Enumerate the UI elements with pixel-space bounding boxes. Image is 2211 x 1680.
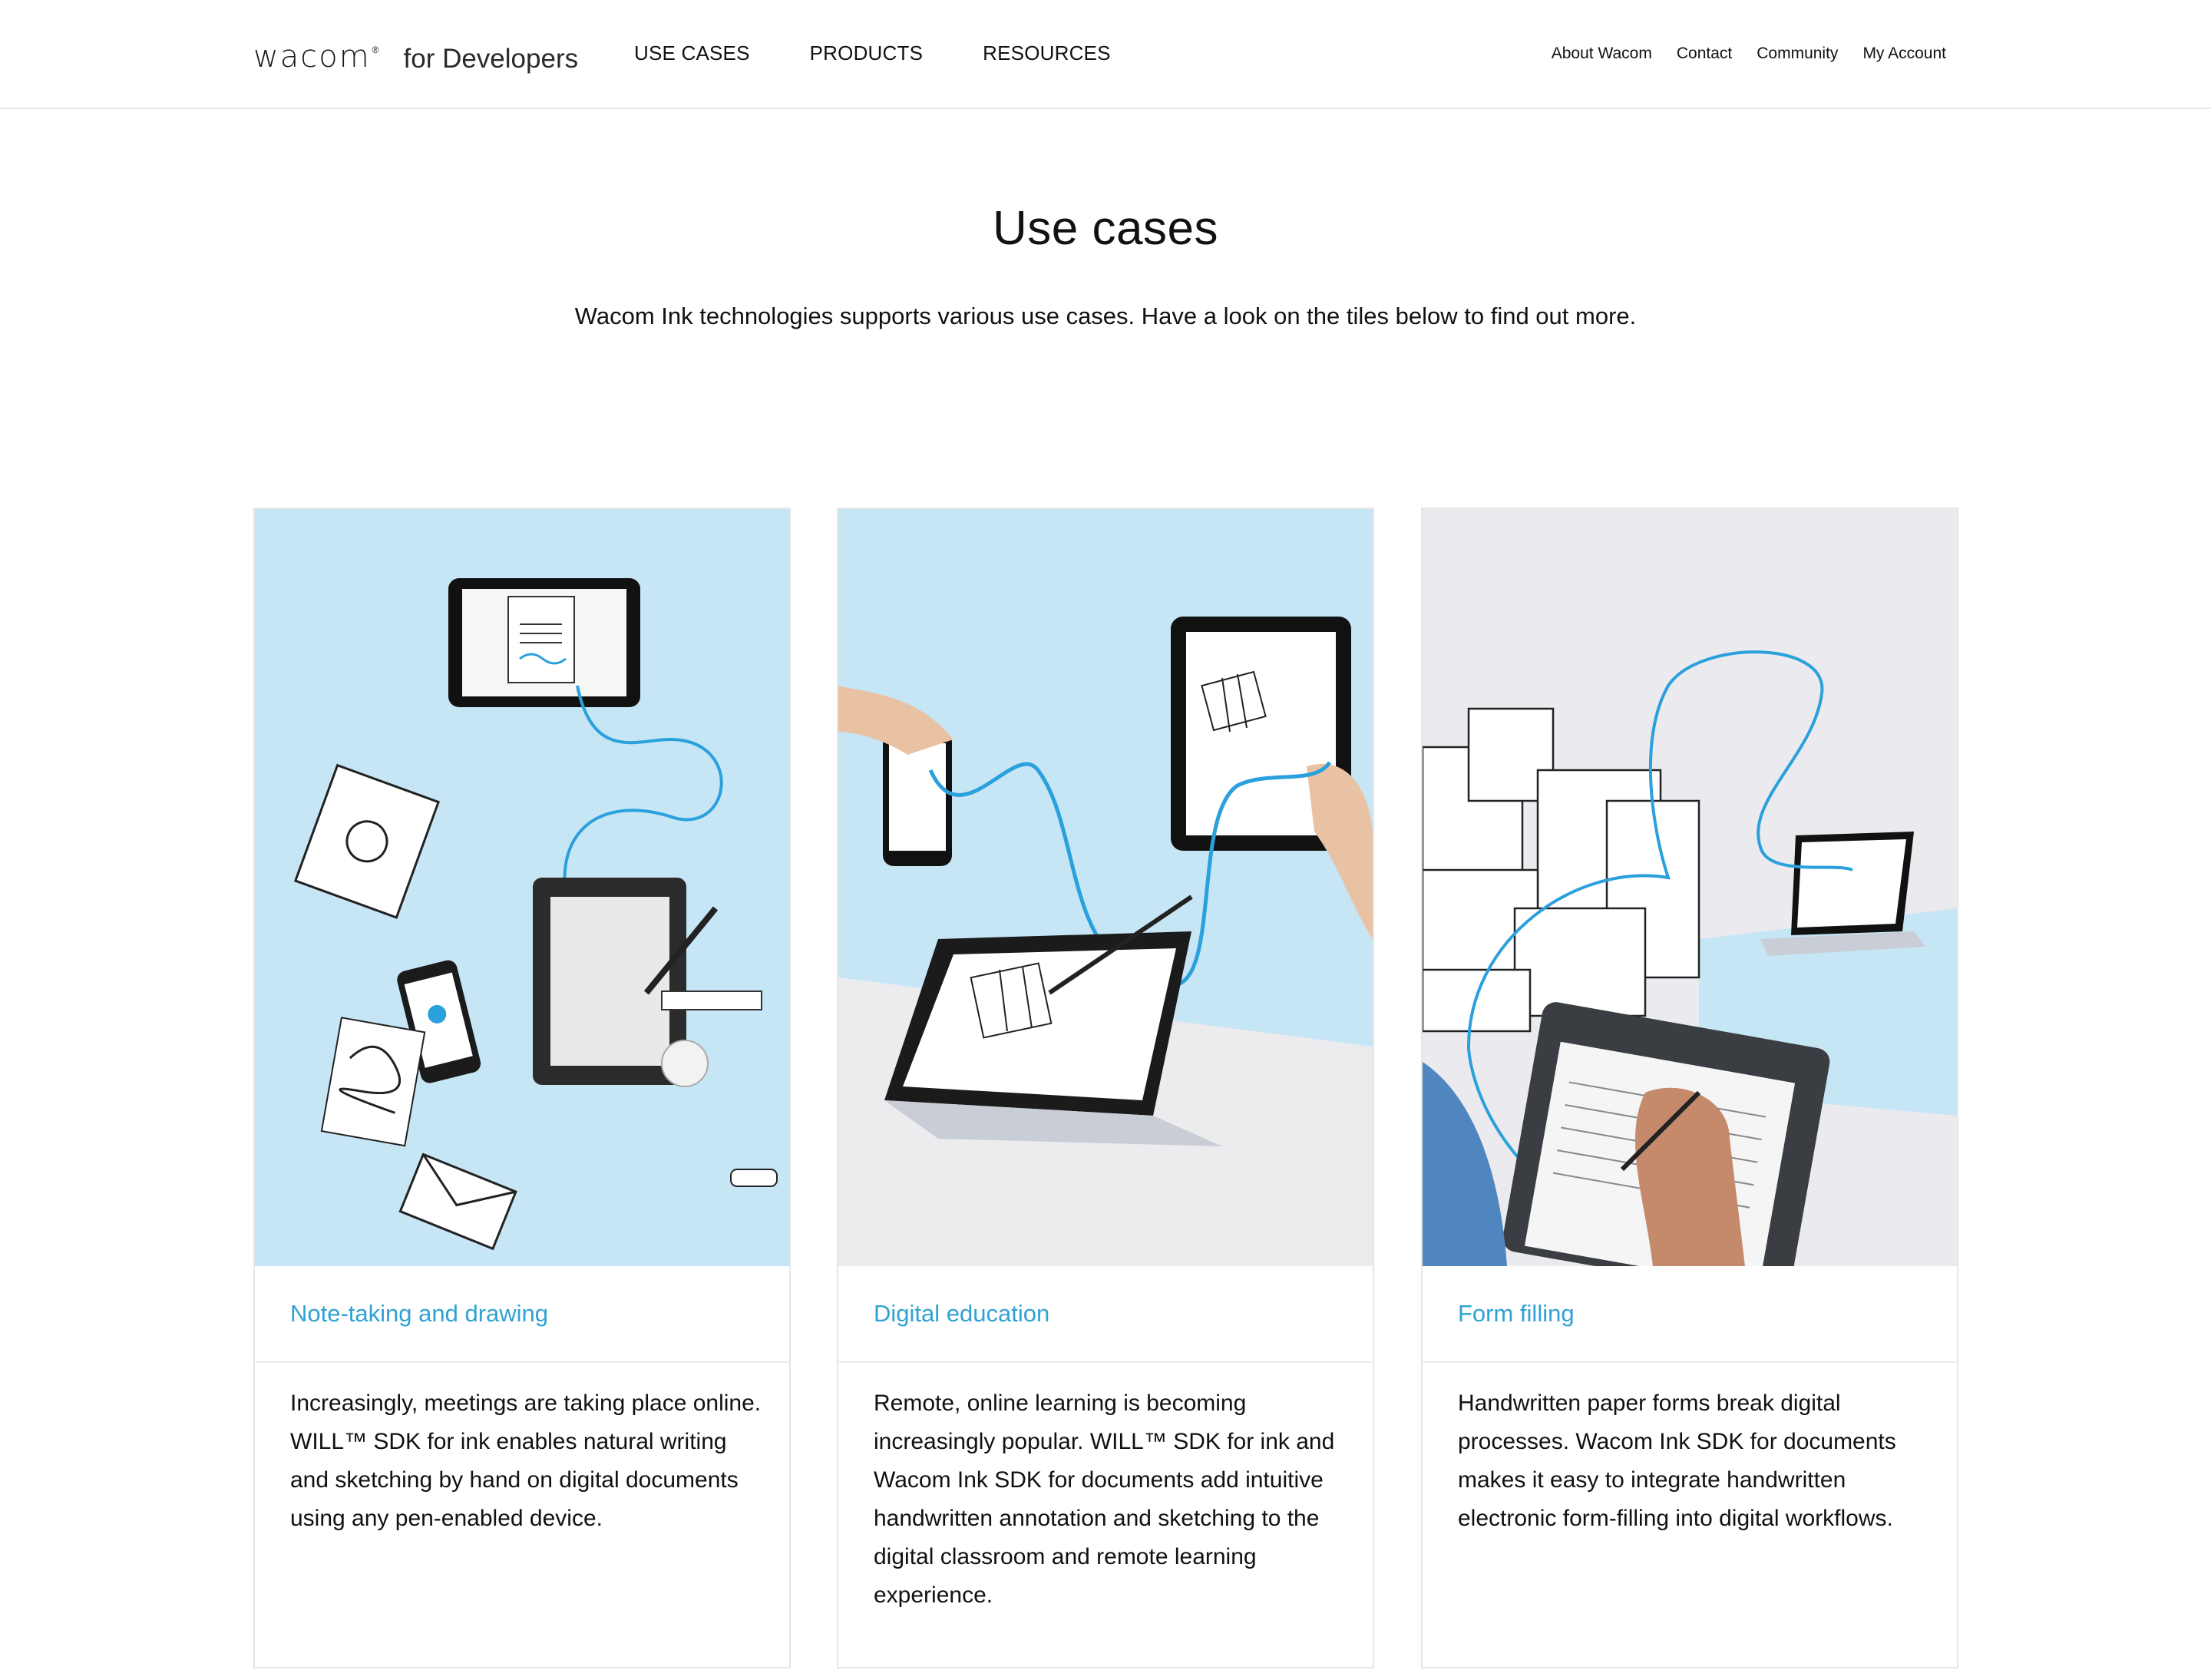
site-header: wacom ® for Developers USE CASES PRODUCTS… — [0, 0, 2211, 109]
form-filling-illustration — [1423, 509, 1957, 1266]
card-title[interactable]: Note-taking and drawing — [290, 1300, 548, 1328]
use-case-grid: Note-taking and drawing Increasingly, me… — [253, 508, 1959, 1680]
card-divider — [1423, 1361, 1957, 1363]
logo-wordmark: wacom — [253, 39, 371, 74]
card-description: Handwritten paper forms break digital pr… — [1458, 1391, 1896, 1531]
nav-my-account[interactable]: My Account — [1862, 43, 1946, 64]
card-divider — [838, 1361, 1373, 1363]
nav-community[interactable]: Community — [1757, 43, 1838, 64]
card-title[interactable]: Digital education — [874, 1300, 1049, 1328]
use-case-card-note-taking[interactable]: Note-taking and drawing Increasingly, me… — [253, 508, 791, 1668]
page-subtitle: Wacom Ink technologies supports various … — [574, 303, 1637, 329]
nav-about-wacom[interactable]: About Wacom — [1552, 43, 1652, 64]
nav-products[interactable]: PRODUCTS — [810, 40, 924, 66]
wacom-logo[interactable]: wacom ® for Developers — [253, 34, 578, 72]
page-title: Use cases — [993, 202, 1218, 255]
use-case-card-digital-education[interactable]: Digital education Remote, online learnin… — [837, 508, 1374, 1668]
note-taking-illustration — [255, 509, 789, 1266]
logo-subtitle: for Developers — [403, 44, 579, 74]
use-case-card-form-filling[interactable]: Form filling Handwritten paper forms bre… — [1421, 508, 1958, 1668]
nav-contact[interactable]: Contact — [1677, 43, 1732, 64]
card-description: Remote, online learning is becoming incr… — [874, 1391, 1335, 1608]
utility-nav: About Wacom Contact Community My Account — [1527, 43, 1946, 64]
card-divider — [255, 1361, 789, 1363]
card-description: Increasingly, meetings are taking place … — [290, 1391, 762, 1531]
main-nav: USE CASES PRODUCTS RESOURCES — [634, 40, 1171, 66]
digital-education-illustration — [838, 509, 1373, 1266]
card-title[interactable]: Form filling — [1458, 1300, 1575, 1328]
nav-use-cases[interactable]: USE CASES — [634, 40, 750, 66]
nav-resources[interactable]: RESOURCES — [983, 40, 1111, 66]
